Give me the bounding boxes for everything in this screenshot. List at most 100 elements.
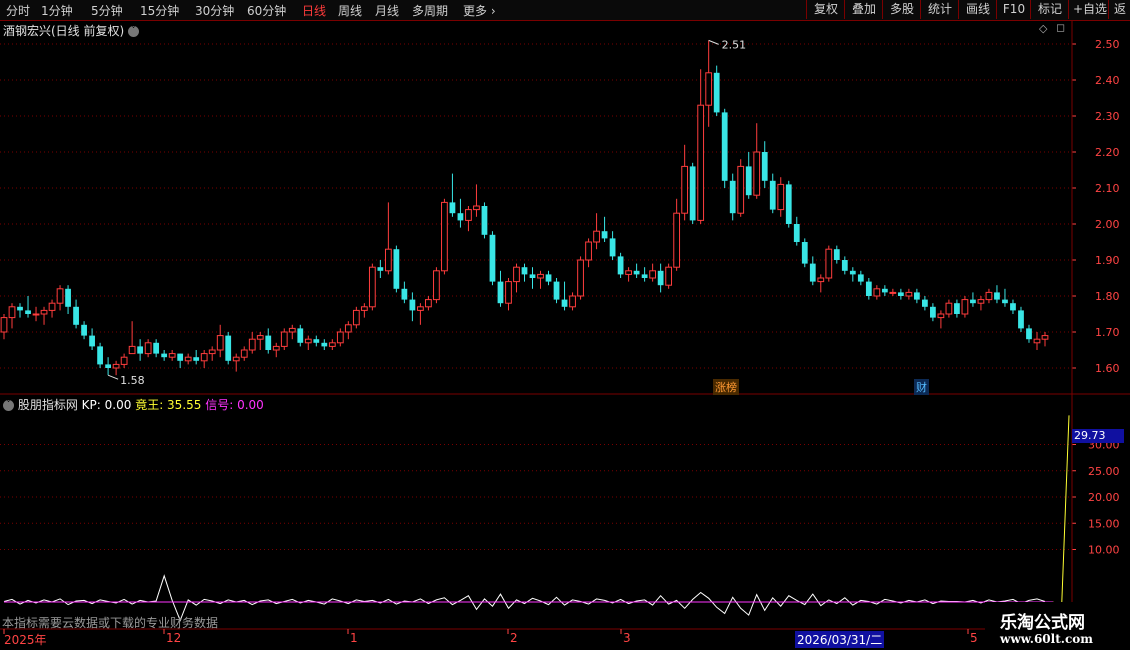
candle-body bbox=[272, 345, 280, 351]
candlestick-series bbox=[0, 40, 1049, 376]
price-tick-label: 2.40 bbox=[1095, 74, 1120, 87]
candle-body bbox=[393, 249, 400, 289]
candle bbox=[32, 306, 40, 322]
candle-body bbox=[729, 180, 736, 214]
candle-body bbox=[585, 241, 592, 261]
candle bbox=[280, 328, 288, 350]
candle bbox=[128, 321, 136, 355]
candle-body bbox=[184, 356, 192, 362]
candle-body bbox=[417, 306, 424, 311]
candle bbox=[922, 296, 928, 311]
candle-body bbox=[745, 166, 752, 196]
candle bbox=[673, 198, 681, 271]
stock-title[interactable]: 酒钢宏兴(日线 前复权) ˅ bbox=[3, 22, 140, 39]
price-tick-label: 2.10 bbox=[1095, 182, 1120, 195]
candle-body bbox=[288, 327, 296, 333]
low-marker-label: 1.58 bbox=[120, 374, 145, 387]
candle-body bbox=[665, 266, 673, 286]
candle-body bbox=[208, 349, 216, 355]
candle bbox=[737, 159, 745, 217]
candle bbox=[89, 328, 95, 350]
candle bbox=[729, 173, 736, 221]
candle-body bbox=[360, 306, 368, 311]
candle bbox=[40, 306, 48, 325]
candle bbox=[665, 263, 673, 289]
candle-body bbox=[0, 317, 8, 333]
indicator-name[interactable]: 股朋指标网 bbox=[18, 398, 78, 412]
candle bbox=[849, 267, 856, 282]
candle bbox=[489, 231, 496, 286]
candle-body bbox=[609, 238, 616, 257]
candle-body bbox=[905, 291, 913, 297]
price-tick-label: 1.80 bbox=[1095, 290, 1120, 303]
candle-body bbox=[681, 165, 689, 214]
candle bbox=[73, 299, 79, 329]
candle bbox=[689, 162, 696, 224]
candle bbox=[56, 285, 64, 311]
chevron-down-icon[interactable]: ˅ bbox=[3, 400, 14, 411]
candle bbox=[153, 339, 160, 358]
candle bbox=[272, 342, 280, 358]
candle bbox=[161, 350, 168, 361]
candle bbox=[144, 339, 152, 358]
candle-body bbox=[232, 356, 240, 362]
candle bbox=[761, 141, 768, 188]
candle bbox=[8, 303, 16, 329]
candle-body bbox=[985, 291, 993, 301]
diamond-icon[interactable]: ◇ bbox=[1039, 22, 1047, 35]
candle-body bbox=[505, 281, 512, 304]
tag-cai[interactable]: 财 bbox=[914, 379, 929, 395]
candle bbox=[497, 270, 504, 307]
candle-body bbox=[954, 303, 960, 314]
candle-body bbox=[336, 331, 344, 344]
candle bbox=[961, 296, 969, 318]
price-axis: 2.50 2.40 2.30 2.20 2.10 2.00 1.90 1.80 1.70 1.60 bbox=[1072, 38, 1120, 375]
candle bbox=[409, 292, 416, 322]
candle-body bbox=[785, 184, 792, 224]
candle-body bbox=[328, 342, 336, 347]
candle-body bbox=[368, 266, 376, 308]
candle bbox=[585, 238, 592, 268]
candle bbox=[1041, 332, 1049, 347]
candle-body bbox=[641, 274, 648, 278]
time-label-2025: 2025年 bbox=[4, 633, 47, 647]
kp-label: KP: 0.00 bbox=[81, 398, 132, 412]
collapse-icon[interactable]: ◻ bbox=[1056, 21, 1065, 34]
time-label-3: 3 bbox=[623, 631, 631, 645]
candle-body bbox=[384, 248, 392, 272]
indicator-value-badge: 29.73 bbox=[1072, 429, 1124, 443]
candle-body bbox=[56, 288, 64, 304]
candle bbox=[328, 339, 336, 350]
stock-chart[interactable]: 2.50 2.40 2.30 2.20 2.10 2.00 1.90 1.80 1.70 1.60… bbox=[0, 0, 1130, 650]
chevron-down-icon[interactable]: ˅ bbox=[128, 26, 140, 37]
candle-body bbox=[401, 288, 408, 300]
candle bbox=[625, 267, 632, 282]
indicator-line-jw bbox=[4, 415, 1070, 624]
indicator-grid bbox=[0, 444, 1072, 550]
candle bbox=[25, 296, 31, 318]
candle bbox=[297, 324, 304, 347]
candle-body bbox=[377, 267, 384, 271]
candle-body bbox=[40, 309, 48, 315]
candle-body bbox=[1041, 335, 1049, 340]
candle-body bbox=[1018, 310, 1024, 329]
stock-title-text: 酒钢宏兴(日线 前复权) bbox=[3, 24, 125, 38]
candle bbox=[593, 213, 600, 250]
candle-body bbox=[689, 166, 696, 221]
candle-body bbox=[481, 206, 488, 235]
candle bbox=[105, 357, 111, 376]
candle-body bbox=[81, 324, 87, 336]
candle-body bbox=[529, 274, 536, 278]
candle bbox=[1002, 288, 1008, 307]
indicator-tick-label: 25.00 bbox=[1088, 465, 1120, 478]
tag-zhangbang[interactable]: 涨榜 bbox=[713, 379, 739, 395]
candle bbox=[265, 328, 272, 354]
candle-body bbox=[761, 152, 768, 181]
candle-body bbox=[713, 72, 720, 113]
candle bbox=[120, 353, 128, 368]
candle bbox=[65, 285, 71, 314]
candle-body bbox=[441, 201, 448, 272]
price-tick-label: 2.00 bbox=[1095, 218, 1120, 231]
indicator-notice: 本指标需要云数据或下载的专业财务数据 bbox=[2, 616, 219, 630]
candle bbox=[785, 180, 792, 228]
